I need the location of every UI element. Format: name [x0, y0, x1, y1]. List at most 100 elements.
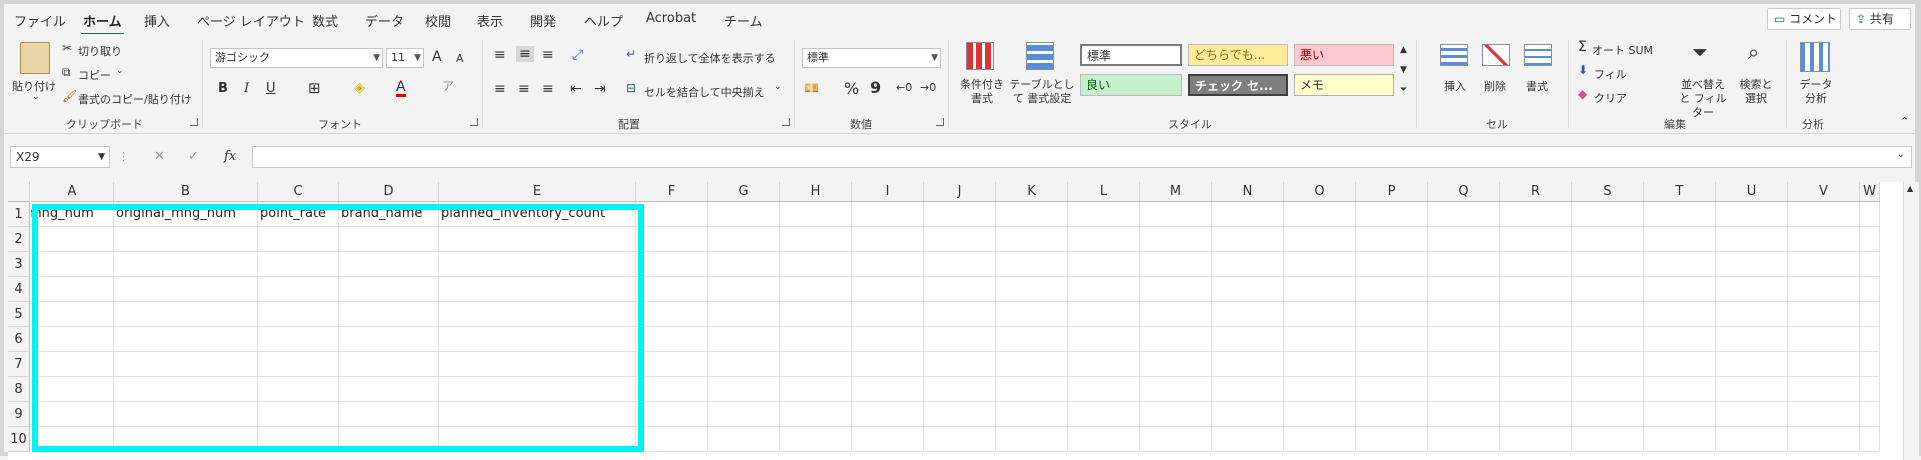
- cell-v4[interactable]: [1788, 277, 1860, 302]
- cell-s9[interactable]: [1572, 402, 1644, 427]
- cell-j6[interactable]: [924, 327, 996, 352]
- cell-b3[interactable]: [114, 252, 258, 277]
- cell-k10[interactable]: [996, 427, 1068, 452]
- cell-r3[interactable]: [1500, 252, 1572, 277]
- vertical-scrollbar[interactable]: ▲: [1903, 182, 1919, 460]
- cell-h10[interactable]: [780, 427, 852, 452]
- style-bad[interactable]: 悪い: [1294, 44, 1394, 66]
- column-header-f[interactable]: F: [636, 182, 708, 202]
- cell-m1[interactable]: [1140, 202, 1212, 227]
- cell-v1[interactable]: [1788, 202, 1860, 227]
- cell-i3[interactable]: [852, 252, 924, 277]
- tab-help[interactable]: ヘルプ: [584, 11, 623, 30]
- cell-c3[interactable]: [258, 252, 339, 277]
- cell-p2[interactable]: [1356, 227, 1428, 252]
- cell-k3[interactable]: [996, 252, 1068, 277]
- cell-f4[interactable]: [636, 277, 708, 302]
- cell-i10[interactable]: [852, 427, 924, 452]
- cell-k8[interactable]: [996, 377, 1068, 402]
- orientation-icon[interactable]: ⤢: [572, 48, 583, 62]
- format-as-table-button[interactable]: テーブルとして 書式設定: [1008, 78, 1076, 106]
- cell-o8[interactable]: [1284, 377, 1356, 402]
- cell-q8[interactable]: [1428, 377, 1500, 402]
- cell-f5[interactable]: [636, 302, 708, 327]
- column-header-o[interactable]: O: [1284, 182, 1356, 202]
- cell-m2[interactable]: [1140, 227, 1212, 252]
- tab-data[interactable]: データ: [365, 11, 404, 30]
- cell-d2[interactable]: [339, 227, 439, 252]
- cell-m5[interactable]: [1140, 302, 1212, 327]
- paste-dropdown-icon[interactable]: ⌄: [32, 92, 40, 102]
- column-header-u[interactable]: U: [1716, 182, 1788, 202]
- cell-b6[interactable]: [114, 327, 258, 352]
- cell-a8[interactable]: [31, 377, 114, 402]
- cell-r2[interactable]: [1500, 227, 1572, 252]
- cell-c10[interactable]: [258, 427, 339, 452]
- scroll-up-icon[interactable]: ▲: [1907, 184, 1913, 193]
- cell-m4[interactable]: [1140, 277, 1212, 302]
- underline-button[interactable]: U: [266, 82, 276, 95]
- row-header-2[interactable]: 2: [8, 227, 30, 252]
- merge-center-button[interactable]: セルを結合して中央揃え: [644, 84, 765, 100]
- cell-m8[interactable]: [1140, 377, 1212, 402]
- cell-c4[interactable]: [258, 277, 339, 302]
- cell-c9[interactable]: [258, 402, 339, 427]
- tab-page-layout[interactable]: ページ レイアウト: [197, 11, 305, 30]
- number-format-select[interactable]: 標準 ▼: [802, 48, 941, 68]
- cell-r7[interactable]: [1500, 352, 1572, 377]
- column-header-t[interactable]: T: [1644, 182, 1716, 202]
- cell-n5[interactable]: [1212, 302, 1284, 327]
- cell-c2[interactable]: [258, 227, 339, 252]
- cell-t10[interactable]: [1644, 427, 1716, 452]
- cell-h6[interactable]: [780, 327, 852, 352]
- cell-k9[interactable]: [996, 402, 1068, 427]
- cell-o2[interactable]: [1284, 227, 1356, 252]
- cell-u1[interactable]: [1716, 202, 1788, 227]
- format-cells-icon[interactable]: [1524, 44, 1552, 66]
- cell-r10[interactable]: [1500, 427, 1572, 452]
- select-all-corner[interactable]: [8, 182, 30, 202]
- align-bottom-icon[interactable]: ≡: [542, 48, 554, 62]
- delete-cells-button[interactable]: 削除: [1484, 78, 1506, 94]
- cell-t7[interactable]: [1644, 352, 1716, 377]
- cell-o3[interactable]: [1284, 252, 1356, 277]
- cell-h4[interactable]: [780, 277, 852, 302]
- cell-v9[interactable]: [1788, 402, 1860, 427]
- cell-p10[interactable]: [1356, 427, 1428, 452]
- cell-j4[interactable]: [924, 277, 996, 302]
- bold-button[interactable]: B: [218, 82, 228, 95]
- cell-s1[interactable]: [1572, 202, 1644, 227]
- cell-k2[interactable]: [996, 227, 1068, 252]
- wrap-text-button[interactable]: 折り返して全体を表示する: [644, 50, 776, 66]
- cell-q5[interactable]: [1428, 302, 1500, 327]
- cell-d4[interactable]: [339, 277, 439, 302]
- cell-w8[interactable]: [1860, 377, 1880, 402]
- cell-w1[interactable]: [1860, 202, 1880, 227]
- grow-font-button[interactable]: A: [432, 50, 442, 64]
- cell-q1[interactable]: [1428, 202, 1500, 227]
- cell-a10[interactable]: [31, 427, 114, 452]
- tab-insert[interactable]: 挿入: [144, 11, 170, 30]
- cell-a2[interactable]: [31, 227, 114, 252]
- align-middle-icon[interactable]: ≡: [516, 46, 534, 62]
- name-box[interactable]: X29 ▼: [10, 146, 110, 168]
- column-header-l[interactable]: L: [1068, 182, 1140, 202]
- cell-h9[interactable]: [780, 402, 852, 427]
- cell-h5[interactable]: [780, 302, 852, 327]
- cancel-icon[interactable]: ✕: [154, 150, 165, 163]
- decrease-indent-icon[interactable]: ⇤: [570, 82, 582, 96]
- cell-l2[interactable]: [1068, 227, 1140, 252]
- cell-p5[interactable]: [1356, 302, 1428, 327]
- cell-k4[interactable]: [996, 277, 1068, 302]
- cell-e1[interactable]: planned_inventory_count: [439, 202, 636, 227]
- tab-view[interactable]: 表示: [477, 11, 503, 30]
- delete-cells-icon[interactable]: [1482, 44, 1510, 66]
- cell-n1[interactable]: [1212, 202, 1284, 227]
- cell-o9[interactable]: [1284, 402, 1356, 427]
- clipboard-launcher-icon[interactable]: [190, 118, 198, 126]
- cell-a1[interactable]: mng_num: [31, 202, 114, 227]
- cell-j7[interactable]: [924, 352, 996, 377]
- column-header-w[interactable]: W: [1860, 182, 1880, 202]
- cell-l9[interactable]: [1068, 402, 1140, 427]
- cell-n2[interactable]: [1212, 227, 1284, 252]
